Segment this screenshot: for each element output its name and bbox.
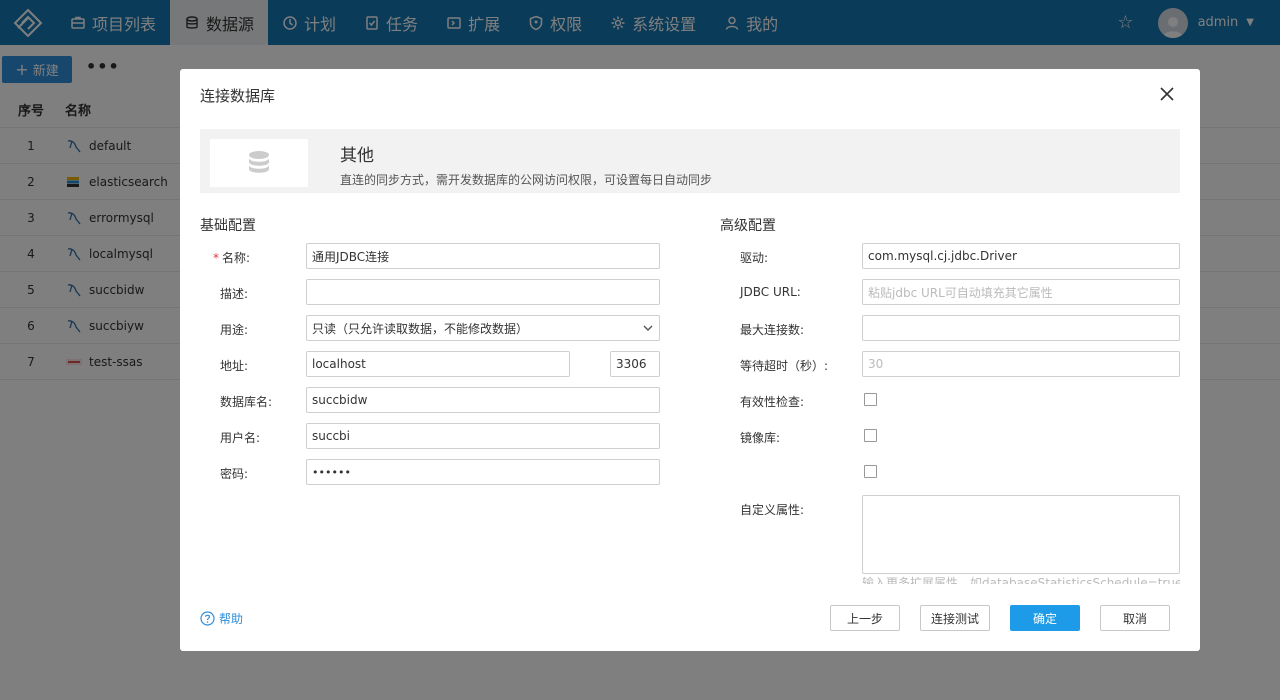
name-label: * 名称: [213, 251, 251, 265]
validity-check-checkbox[interactable] [864, 393, 877, 406]
usage-select[interactable]: 只读（只允许读取数据，不能修改数据） [306, 315, 660, 341]
custom-properties-label: 自定义属性: [740, 503, 805, 517]
driver-label: 驱动: [740, 251, 769, 265]
password-input[interactable]: •••••• [306, 459, 660, 485]
custom-properties-textarea[interactable] [862, 495, 1180, 574]
custom-properties-hint: 输入更多扩展属性，如databaseStatisticsSchedule=tru… [862, 576, 1180, 584]
usage-label: 用途: [220, 323, 249, 337]
dialog-title: 连接数据库 [200, 87, 276, 105]
advanced-config-title: 高级配置 [720, 218, 776, 234]
username-input[interactable]: succbi [306, 423, 660, 449]
dbname-label: 数据库名: [220, 395, 273, 409]
jdbc-url-label: JDBC URL: [740, 285, 801, 299]
connect-database-dialog: 连接数据库 其他 直连的同步方式，需开发数据库的公网访问权限，可设置每日自动同步… [180, 69, 1200, 651]
host-input[interactable]: localhost [306, 351, 570, 377]
database-type-icon [210, 139, 308, 187]
cancel-button[interactable]: 取消 [1100, 605, 1170, 631]
password-label: 密码: [220, 467, 249, 481]
port-input[interactable]: 3306 [610, 351, 660, 377]
help-icon [200, 611, 215, 626]
required-asterisk: * [213, 251, 219, 265]
extra-checkbox[interactable] [864, 465, 877, 478]
validity-check-label: 有效性检查: [740, 395, 805, 409]
max-connections-input[interactable] [862, 315, 1180, 341]
basic-config-title: 基础配置 [200, 218, 256, 234]
timeout-label: 等待超时（秒）: [740, 359, 829, 373]
usage-selected-value: 只读（只允许读取数据，不能修改数据） [312, 321, 529, 336]
datasource-type-name: 其他 [340, 146, 374, 166]
timeout-input[interactable]: 30 [862, 351, 1180, 377]
description-label: 描述: [220, 287, 249, 301]
max-connections-label: 最大连接数: [740, 323, 805, 337]
help-link[interactable]: 帮助 [200, 610, 243, 627]
mirror-checkbox[interactable] [864, 429, 877, 442]
test-connection-button[interactable]: 连接测试 [920, 605, 990, 631]
chevron-down-icon [643, 325, 653, 331]
jdbc-url-input[interactable]: 粘贴jdbc URL可自动填充其它属性 [862, 279, 1180, 305]
driver-input[interactable]: com.mysql.cj.jdbc.Driver [862, 243, 1180, 269]
datasource-type-card: 其他 直连的同步方式，需开发数据库的公网访问权限，可设置每日自动同步 [200, 129, 1180, 193]
datasource-type-description: 直连的同步方式，需开发数据库的公网访问权限，可设置每日自动同步 [340, 173, 713, 187]
description-input[interactable] [306, 279, 660, 305]
help-label: 帮助 [219, 612, 244, 626]
username-label: 用户名: [220, 431, 261, 445]
confirm-button[interactable]: 确定 [1010, 605, 1080, 631]
address-label: 地址: [220, 359, 249, 373]
prev-step-button[interactable]: 上一步 [830, 605, 900, 631]
dbname-input[interactable]: succbidw [306, 387, 660, 413]
mirror-label: 镜像库: [740, 431, 781, 445]
close-icon[interactable] [1158, 85, 1176, 103]
name-input[interactable]: 通用JDBC连接 [306, 243, 660, 269]
